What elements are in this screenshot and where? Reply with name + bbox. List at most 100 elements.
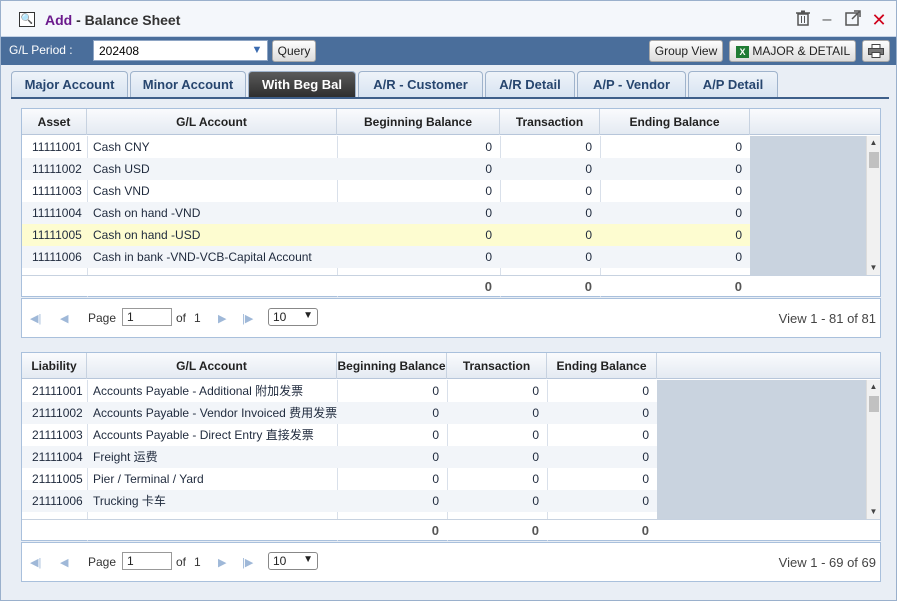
- first-page-icon[interactable]: ◀|: [30, 556, 41, 569]
- close-icon[interactable]: ✕: [869, 10, 889, 30]
- account-number: 11111003: [32, 184, 82, 198]
- trash-icon[interactable]: [793, 10, 813, 30]
- table-row[interactable]: 21111006 Trucking 卡车 0 0 0: [22, 490, 657, 512]
- beginning-balance: 0: [485, 140, 492, 154]
- table-row[interactable]: 21111005 Pier / Terminal / Yard 0 0 0: [22, 468, 657, 490]
- table-row-selected[interactable]: 11111005 Cash on hand -USD 0 0 0: [22, 224, 750, 246]
- beginning-balance: 0: [485, 228, 492, 242]
- ending-balance: 0: [735, 162, 742, 176]
- scroll-thumb[interactable]: [869, 396, 879, 412]
- chevron-down-icon: ▼: [303, 554, 313, 565]
- account-name: Cash on hand -USD: [93, 228, 201, 242]
- major-detail-button[interactable]: X MAJOR & DETAIL: [729, 40, 856, 62]
- table-row[interactable]: 11111004 Cash on hand -VND 0 0 0: [22, 202, 750, 224]
- account-number: 21111004: [32, 450, 83, 464]
- empty-area: [657, 380, 866, 519]
- excel-icon: X: [736, 45, 749, 58]
- scroll-up-icon[interactable]: ▲: [867, 136, 880, 150]
- table-row[interactable]: 21111004 Freight 运费 0 0 0: [22, 446, 657, 468]
- table-row[interactable]: 11111002 Cash USD 0 0 0: [22, 158, 750, 180]
- scroll-up-icon[interactable]: ▲: [867, 380, 880, 394]
- tab-ap-vendor[interactable]: A/P - Vendor: [577, 71, 686, 98]
- rows-per-page-select[interactable]: 10 ▼: [268, 308, 318, 326]
- total-transaction: 0: [531, 523, 539, 538]
- first-page-icon[interactable]: ◀|: [30, 312, 41, 325]
- ending-balance: 0: [642, 472, 649, 486]
- column-header[interactable]: Ending Balance: [547, 353, 657, 379]
- column-header[interactable]: Liability: [22, 353, 87, 379]
- table-row[interactable]: 11111003 Cash VND 0 0 0: [22, 180, 750, 202]
- prev-page-icon[interactable]: ◀: [60, 556, 68, 569]
- asset-grid-scrollbar[interactable]: ▲ ▼: [866, 136, 880, 275]
- column-header[interactable]: Beginning Balance: [337, 353, 447, 379]
- tab-ap-detail[interactable]: A/P Detail: [688, 71, 778, 98]
- total-transaction: 0: [584, 279, 592, 294]
- chevron-down-icon[interactable]: ▼: [247, 41, 267, 60]
- prev-page-icon[interactable]: ◀: [60, 312, 68, 325]
- title-text: Balance Sheet: [84, 12, 181, 28]
- next-page-icon[interactable]: ▶: [218, 312, 226, 325]
- column-header[interactable]: Transaction: [447, 353, 547, 379]
- page-input[interactable]: 1: [122, 308, 172, 326]
- ending-balance: 0: [642, 384, 649, 398]
- account-number: 21111001: [32, 384, 83, 398]
- last-page-icon[interactable]: |▶: [242, 556, 253, 569]
- tab-major-account[interactable]: Major Account: [11, 71, 128, 98]
- table-row[interactable]: 11111006 Cash in bank -VND-VCB-Capital A…: [22, 246, 750, 268]
- title-prefix: Add: [45, 12, 73, 28]
- last-page-icon[interactable]: |▶: [242, 312, 253, 325]
- ending-balance: 0: [735, 140, 742, 154]
- table-row[interactable]: 21111001 Accounts Payable - Additional 附…: [22, 380, 657, 402]
- account-name: Accounts Payable - Additional 附加发票: [93, 384, 304, 398]
- transaction: 0: [532, 472, 539, 486]
- page-label: Page: [88, 555, 117, 569]
- total-pages: 1: [194, 311, 201, 325]
- column-header[interactable]: G/L Account: [87, 109, 337, 135]
- scroll-thumb[interactable]: [869, 152, 879, 168]
- title-separator: -: [72, 12, 85, 28]
- table-row[interactable]: 11111001 Cash CNY 0 0 0: [22, 136, 750, 158]
- column-header[interactable]: Asset: [22, 109, 87, 135]
- scroll-down-icon[interactable]: ▼: [867, 505, 880, 519]
- tab-ar-customer[interactable]: A/R - Customer: [358, 71, 483, 98]
- beginning-balance: 0: [432, 428, 439, 442]
- rows-per-page-select[interactable]: 10 ▼: [268, 552, 318, 570]
- gl-period-select[interactable]: 202408: [93, 40, 268, 61]
- minimize-icon[interactable]: –: [817, 10, 837, 30]
- beginning-balance: 0: [485, 250, 492, 264]
- column-header[interactable]: Beginning Balance: [337, 109, 500, 135]
- maximize-icon[interactable]: [843, 10, 863, 30]
- of-label: of: [176, 555, 187, 569]
- table-row[interactable]: 21111002 Accounts Payable - Vendor Invoi…: [22, 402, 657, 424]
- printer-icon[interactable]: [862, 40, 890, 62]
- window-title: Add - Balance Sheet: [45, 12, 180, 28]
- account-name: Accounts Payable - Direct Entry 直接发票: [93, 428, 314, 442]
- column-header[interactable]: Transaction: [500, 109, 600, 135]
- account-number: 11111002: [32, 162, 82, 176]
- transaction: 0: [532, 494, 539, 508]
- column-header[interactable]: Ending Balance: [600, 109, 750, 135]
- liability-grid: Liability G/L Account Beginning Balance …: [21, 352, 881, 541]
- beginning-balance: 0: [432, 406, 439, 420]
- group-view-button[interactable]: Group View: [649, 40, 723, 62]
- total-ending-balance: 0: [734, 279, 742, 294]
- tab-with-beg-bal[interactable]: With Beg Bal: [248, 71, 356, 98]
- scroll-down-icon[interactable]: ▼: [867, 261, 880, 275]
- view-range: View 1 - 81 of 81: [778, 311, 876, 326]
- table-row-partial: [22, 268, 750, 275]
- tab-minor-account[interactable]: Minor Account: [130, 71, 246, 98]
- account-name: Cash USD: [93, 162, 150, 176]
- transaction: 0: [532, 450, 539, 464]
- column-header[interactable]: G/L Account: [87, 353, 337, 379]
- liability-grid-scrollbar[interactable]: ▲ ▼: [866, 380, 880, 519]
- page-input[interactable]: 1: [122, 552, 172, 570]
- transaction: 0: [585, 250, 592, 264]
- table-row[interactable]: 21111003 Accounts Payable - Direct Entry…: [22, 424, 657, 446]
- account-number: 11111005: [32, 228, 82, 242]
- beginning-balance: 0: [485, 184, 492, 198]
- next-page-icon[interactable]: ▶: [218, 556, 226, 569]
- query-button[interactable]: Query: [272, 40, 316, 62]
- beginning-balance: 0: [485, 206, 492, 220]
- balance-sheet-window: 🔍 Add - Balance Sheet – ✕ G/L Period : 2…: [0, 0, 897, 601]
- tab-ar-detail[interactable]: A/R Detail: [485, 71, 575, 98]
